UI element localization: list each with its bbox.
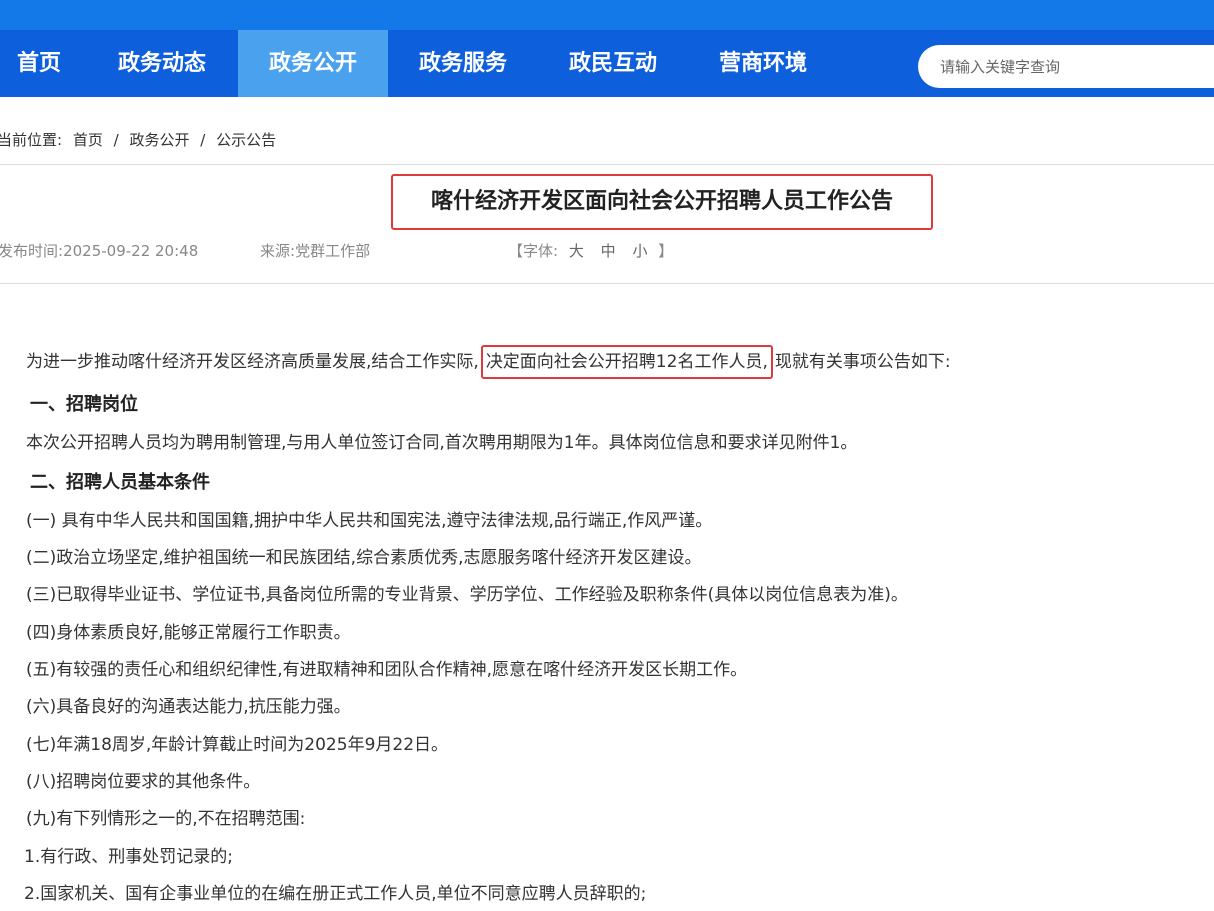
- breadcrumb-separator: /: [113, 131, 119, 149]
- section-heading-conditions: 二、招聘人员基本条件: [30, 472, 210, 493]
- intro-text-before: 为进一步推动喀什经济开发区经济高质量发展,结合工作实际,: [26, 352, 479, 372]
- breadcrumb-prefix: 当前位置:: [0, 131, 63, 149]
- nav-item-government-news[interactable]: 政务动态: [88, 30, 236, 97]
- breadcrumb-government-affairs-open[interactable]: 政务公开: [129, 131, 189, 149]
- exclusion-item: 1.有行政、刑事处罚记录的;: [24, 847, 233, 867]
- font-size-medium-button[interactable]: 中: [601, 242, 616, 260]
- condition-item: (七)年满18周岁,年龄计算截止时间为2025年9月22日。: [26, 735, 449, 755]
- font-control-close: 】: [658, 242, 674, 260]
- publish-time: 2025-09-22 20:48: [63, 242, 199, 260]
- section-heading-positions: 一、招聘岗位: [30, 394, 138, 415]
- search-input[interactable]: [940, 45, 1210, 88]
- publish-info: 发布时间:2025-09-22 20:48: [0, 240, 198, 261]
- condition-item: (八)招聘岗位要求的其他条件。: [26, 772, 261, 792]
- highlighted-recruitment-count: 决定面向社会公开招聘12名工作人员,: [480, 345, 773, 379]
- condition-item: (一) 具有中华人民共和国国籍,拥护中华人民共和国宪法,遵守法律法规,品行端正,…: [26, 511, 713, 531]
- source-label: 来源:: [260, 242, 296, 260]
- font-control-open: 【字体:: [508, 242, 559, 260]
- nav-item-home[interactable]: 首页: [0, 30, 78, 97]
- font-size-large-button[interactable]: 大: [569, 242, 584, 260]
- breadcrumb: 当前位置: 首页 / 政务公开 / 公示公告: [0, 129, 282, 150]
- breadcrumb-home[interactable]: 首页: [73, 131, 103, 149]
- condition-item: (四)身体素质良好,能够正常履行工作职责。: [26, 623, 351, 643]
- condition-item: (六)具备良好的沟通表达能力,抗压能力强。: [26, 697, 351, 717]
- nav-item-government-services[interactable]: 政务服务: [388, 30, 538, 97]
- exclusion-item: 2.国家机关、国有企事业单位的在编在册正式工作人员,单位不同意应聘人员辞职的;: [24, 884, 647, 904]
- search-box: [918, 45, 1214, 88]
- section-positions-text: 本次公开招聘人员均为聘用制管理,与用人单位签订合同,首次聘用期限为1年。具体岗位…: [26, 433, 858, 453]
- condition-item: (二)政治立场坚定,维护祖国统一和民族团结,综合素质优秀,志愿服务喀什经济开发区…: [26, 548, 702, 568]
- top-banner-strip: [0, 0, 1214, 30]
- breadcrumb-announcements[interactable]: 公示公告: [216, 131, 276, 149]
- condition-item: (三)已取得毕业证书、学位证书,具备岗位所需的专业背景、学历学位、工作经验及职称…: [26, 585, 908, 605]
- condition-item: (九)有下列情形之一的,不在招聘范围:: [26, 809, 306, 829]
- nav-item-government-affairs-open[interactable]: 政务公开: [238, 30, 388, 97]
- condition-item: (五)有较强的责任心和组织纪律性,有进取精神和团队合作精神,愿意在喀什经济开发区…: [26, 660, 748, 680]
- article-title: 喀什经济开发区面向社会公开招聘人员工作公告: [391, 174, 933, 230]
- nav-item-business-environment[interactable]: 营商环境: [688, 30, 838, 97]
- font-size-small-button[interactable]: 小: [632, 242, 647, 260]
- source-info: 来源:党群工作部: [260, 240, 370, 261]
- intro-paragraph: 为进一步推动喀什经济开发区经济高质量发展,结合工作实际, 决定面向社会公开招聘12…: [26, 345, 951, 379]
- main-nav: 首页 政务动态 政务公开 政务服务 政民互动 营商环境: [0, 30, 1214, 97]
- publish-label: 发布时间:: [0, 242, 64, 260]
- source-value: 党群工作部: [295, 242, 371, 260]
- nav-item-citizen-interaction[interactable]: 政民互动: [538, 30, 688, 97]
- breadcrumb-separator: /: [200, 131, 206, 149]
- intro-text-after: 现就有关事项公告如下:: [774, 352, 951, 372]
- divider: [0, 283, 1214, 284]
- divider: [0, 164, 1214, 165]
- font-size-control: 【字体: 大 中 小 】: [508, 240, 673, 261]
